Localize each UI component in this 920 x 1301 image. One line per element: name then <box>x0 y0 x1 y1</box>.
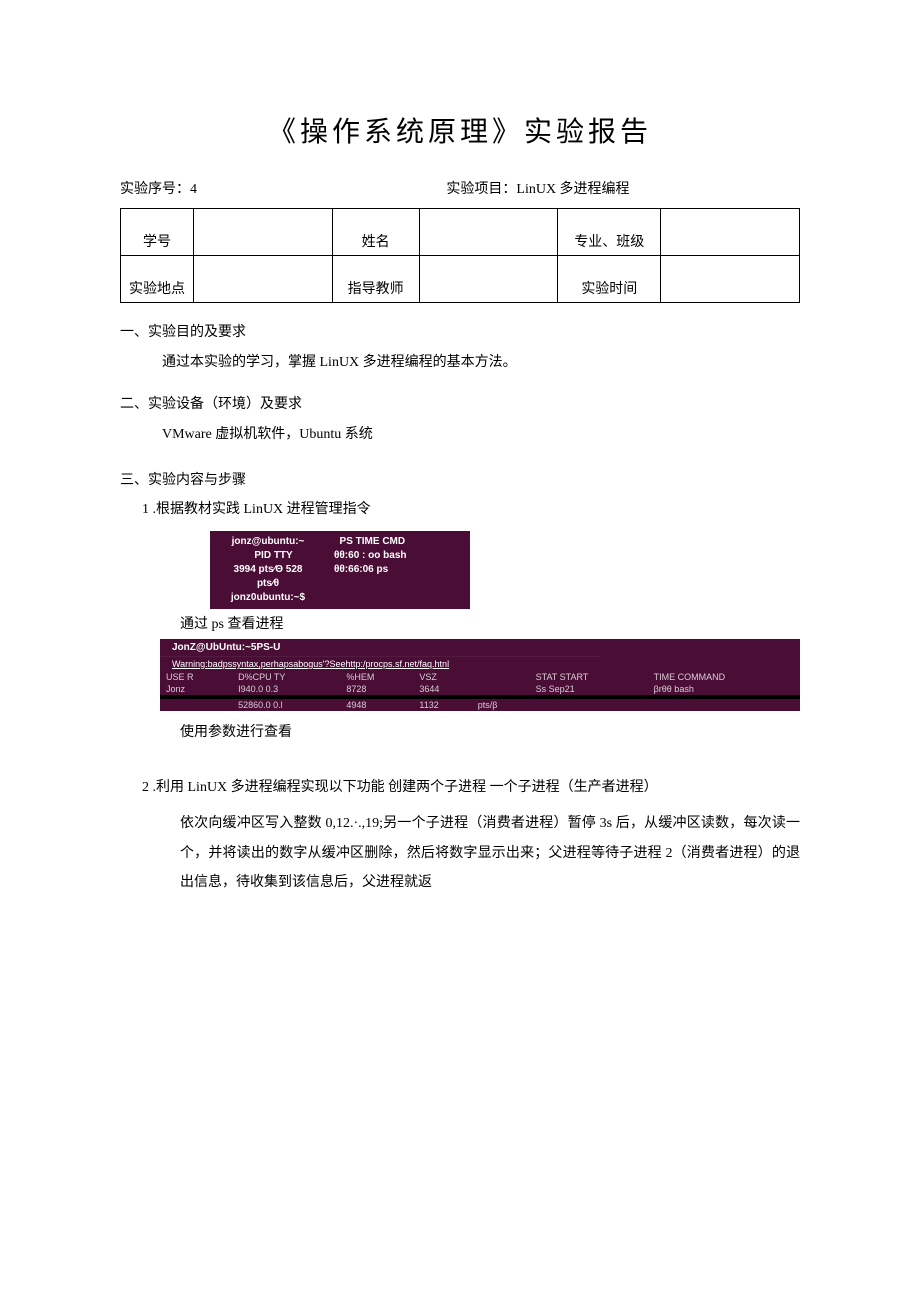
section-2-para: VMware 虚拟机软件，Ubuntu 系统 <box>162 423 800 447</box>
table-row: USE R D%CPU TY %HEM VSZ STAT START TIME … <box>160 671 800 683</box>
td: 4948 <box>340 699 413 711</box>
th-mem: %HEM <box>340 671 413 683</box>
td: Jonz <box>160 683 232 695</box>
cell-time <box>661 256 800 303</box>
table-row: Jonz I940.0 0.3 8728 3644 Ss Sep21 βrθθ … <box>160 683 800 695</box>
meta-row: 实验序号：4 实验项目：LinUX 多进程编程 <box>120 178 800 198</box>
td <box>160 699 232 711</box>
cell-time-label: 实验时间 <box>558 256 661 303</box>
cell-name <box>419 209 558 256</box>
td: βrθθ bash <box>648 683 800 695</box>
th-stat: STAT START <box>530 671 648 683</box>
terminal-snippet-1: jonz@ubuntu:~ PID TTY 3994 pts∕Θ 528 pts… <box>210 531 470 609</box>
td: pts/β <box>472 699 530 711</box>
td: 52860.0 0.l <box>232 699 340 711</box>
td <box>648 699 800 711</box>
cell-teacher-label: 指导教师 <box>332 256 419 303</box>
table-row: 实验地点 指导教师 实验时间 <box>121 256 800 303</box>
th-cmd: TIME COMMAND <box>648 671 800 683</box>
cell-name-label: 姓名 <box>332 209 419 256</box>
cell-location-label: 实验地点 <box>121 256 194 303</box>
th-user: USE R <box>160 671 232 683</box>
th-blank <box>472 671 530 683</box>
cell-major <box>661 209 800 256</box>
doc-title: 《操作系统原理》实验报告 <box>120 110 800 150</box>
cell-student-id-label: 学号 <box>121 209 194 256</box>
cell-teacher <box>419 256 558 303</box>
table-row: 学号 姓名 专业、班级 <box>121 209 800 256</box>
terminal-table: USE R D%CPU TY %HEM VSZ STAT START TIME … <box>160 671 800 711</box>
section-1-para: 通过本实验的学习，掌握 LinUX 多进程编程的基本方法。 <box>162 351 800 375</box>
section-1-heading: 一、实验目的及要求 <box>120 321 800 341</box>
caption-ps: 通过 ps 查看进程 <box>180 613 800 633</box>
td: 3644 <box>413 683 471 695</box>
td: I940.0 0.3 <box>232 683 340 695</box>
th-vsz: VSZ <box>413 671 471 683</box>
cell-location <box>194 256 333 303</box>
td: Ss Sep21 <box>530 683 648 695</box>
exp-proj-value: LinUX 多进程编程 <box>516 182 629 197</box>
terminal-col-left: jonz@ubuntu:~ PID TTY 3994 pts∕Θ 528 pts… <box>210 531 326 609</box>
exp-num-label: 实验序号： <box>120 182 190 197</box>
cell-major-label: 专业、班级 <box>558 209 661 256</box>
step-1-heading: 1 .根据教材实践 LinUX 进程管理指令 <box>142 499 800 521</box>
terminal-snippet-2: JonZ@UbUntu:~5PS-U Warning:badpssyntax,p… <box>160 639 800 711</box>
caption-params: 使用参数进行查看 <box>180 721 800 741</box>
terminal-header: JonZ@UbUntu:~5PS-U <box>160 639 800 656</box>
terminal-warning: Warning:badpssyntax,perhapsabogus'?Seeht… <box>160 656 600 671</box>
terminal-col-right: PS TIME CMD θθ:60 : oo bash θθ:66:06 ps <box>326 531 470 609</box>
td <box>472 683 530 695</box>
step-2-lead: 2 .利用 LinUX 多进程编程实现以下功能 创建两个子进程 一个子进程（生产… <box>142 777 800 799</box>
td: 1132 <box>413 699 471 711</box>
step-2-body: 依次向缓冲区写入整数 0,12.·.,19;另一个子进程（消费者进程）暂停 3s… <box>180 809 800 897</box>
exp-num-value: 4 <box>190 182 197 197</box>
th-cpu: D%CPU TY <box>232 671 340 683</box>
td: 8728 <box>340 683 413 695</box>
cell-student-id <box>194 209 333 256</box>
table-row: 52860.0 0.l 4948 1132 pts/β <box>160 699 800 711</box>
section-3-heading: 三、实验内容与步骤 <box>120 469 800 489</box>
info-table: 学号 姓名 专业、班级 实验地点 指导教师 实验时间 <box>120 208 800 303</box>
exp-proj-label: 实验项目： <box>446 182 516 197</box>
section-2-heading: 二、实验设备（环境）及要求 <box>120 393 800 413</box>
td <box>530 699 648 711</box>
